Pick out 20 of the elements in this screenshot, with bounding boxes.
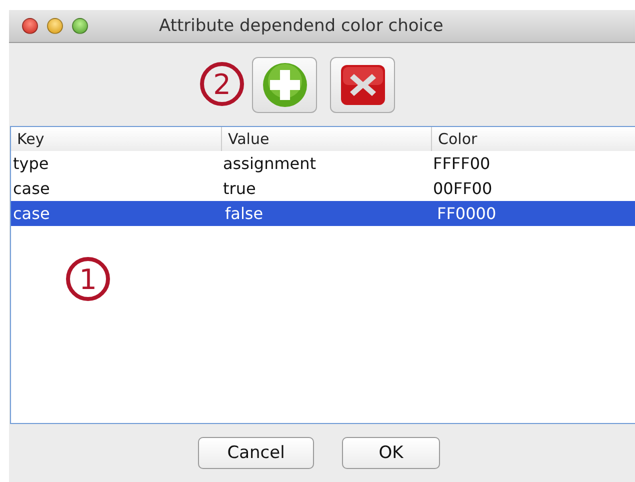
callout-marker: 2 (200, 62, 244, 106)
add-button[interactable] (252, 56, 317, 112)
table-cell-text: assignment (222, 153, 318, 175)
table-cell-text: type (12, 153, 50, 175)
window-title: Attribute dependend color choice (159, 16, 444, 36)
column-header[interactable]: Key (11, 127, 221, 151)
table-cell-text: 00FF00 (432, 178, 494, 200)
callout-marker: 1 (66, 257, 110, 301)
zoom-window-button[interactable] (72, 18, 88, 34)
cancel-button[interactable]: Cancel (198, 437, 314, 469)
table-cell-text: true (222, 178, 257, 200)
table-cell-text: case (12, 178, 51, 200)
plus-icon (260, 60, 308, 108)
ok-button[interactable]: OK (342, 437, 440, 469)
minimize-window-button[interactable] (47, 18, 63, 34)
table-row[interactable]: case false FF0000 (11, 201, 635, 226)
table-cell-text: FFFF00 (432, 153, 492, 175)
close-window-button[interactable] (22, 18, 38, 34)
close-icon (338, 62, 386, 106)
remove-button[interactable] (330, 56, 395, 112)
